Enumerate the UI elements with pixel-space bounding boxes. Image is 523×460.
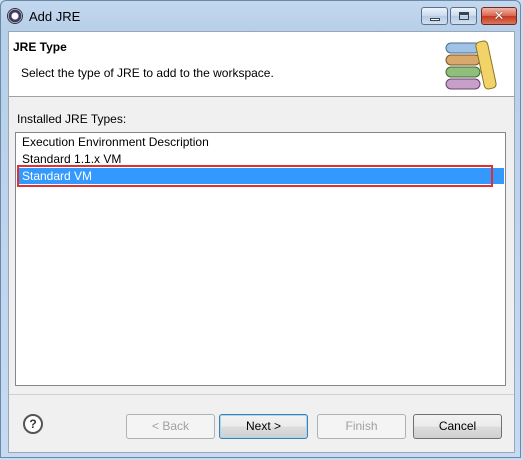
window-title: Add JRE — [29, 9, 81, 24]
minimize-button[interactable] — [421, 7, 448, 25]
add-jre-dialog: Add JRE ✕ JRE Type Select the type of JR… — [0, 0, 521, 458]
maximize-button[interactable] — [450, 7, 477, 25]
footer-separator — [9, 394, 514, 395]
close-button[interactable]: ✕ — [481, 7, 517, 25]
page-title: JRE Type — [13, 40, 67, 54]
annotation-highlight-box — [17, 165, 493, 187]
maximize-icon — [459, 12, 469, 20]
title-bar[interactable]: Add JRE ✕ — [1, 1, 522, 31]
next-button[interactable]: Next > — [219, 414, 308, 439]
minimize-icon — [430, 18, 440, 21]
close-icon: ✕ — [493, 9, 505, 24]
jre-books-icon — [445, 40, 497, 90]
back-button[interactable]: < Back — [126, 414, 215, 439]
help-button[interactable]: ? — [23, 414, 43, 434]
dialog-content: JRE Type Select the type of JRE to add t… — [8, 31, 515, 453]
finish-button[interactable]: Finish — [317, 414, 406, 439]
page-description: Select the type of JRE to add to the wor… — [21, 66, 274, 80]
wizard-header: JRE Type Select the type of JRE to add t… — [9, 32, 514, 97]
cancel-button[interactable]: Cancel — [413, 414, 502, 439]
jre-type-list[interactable]: Execution Environment Description Standa… — [15, 132, 506, 386]
installed-jre-types-label: Installed JRE Types: — [17, 112, 127, 126]
list-item-execution-environment[interactable]: Execution Environment Description — [17, 134, 504, 150]
eclipse-icon — [7, 8, 23, 24]
